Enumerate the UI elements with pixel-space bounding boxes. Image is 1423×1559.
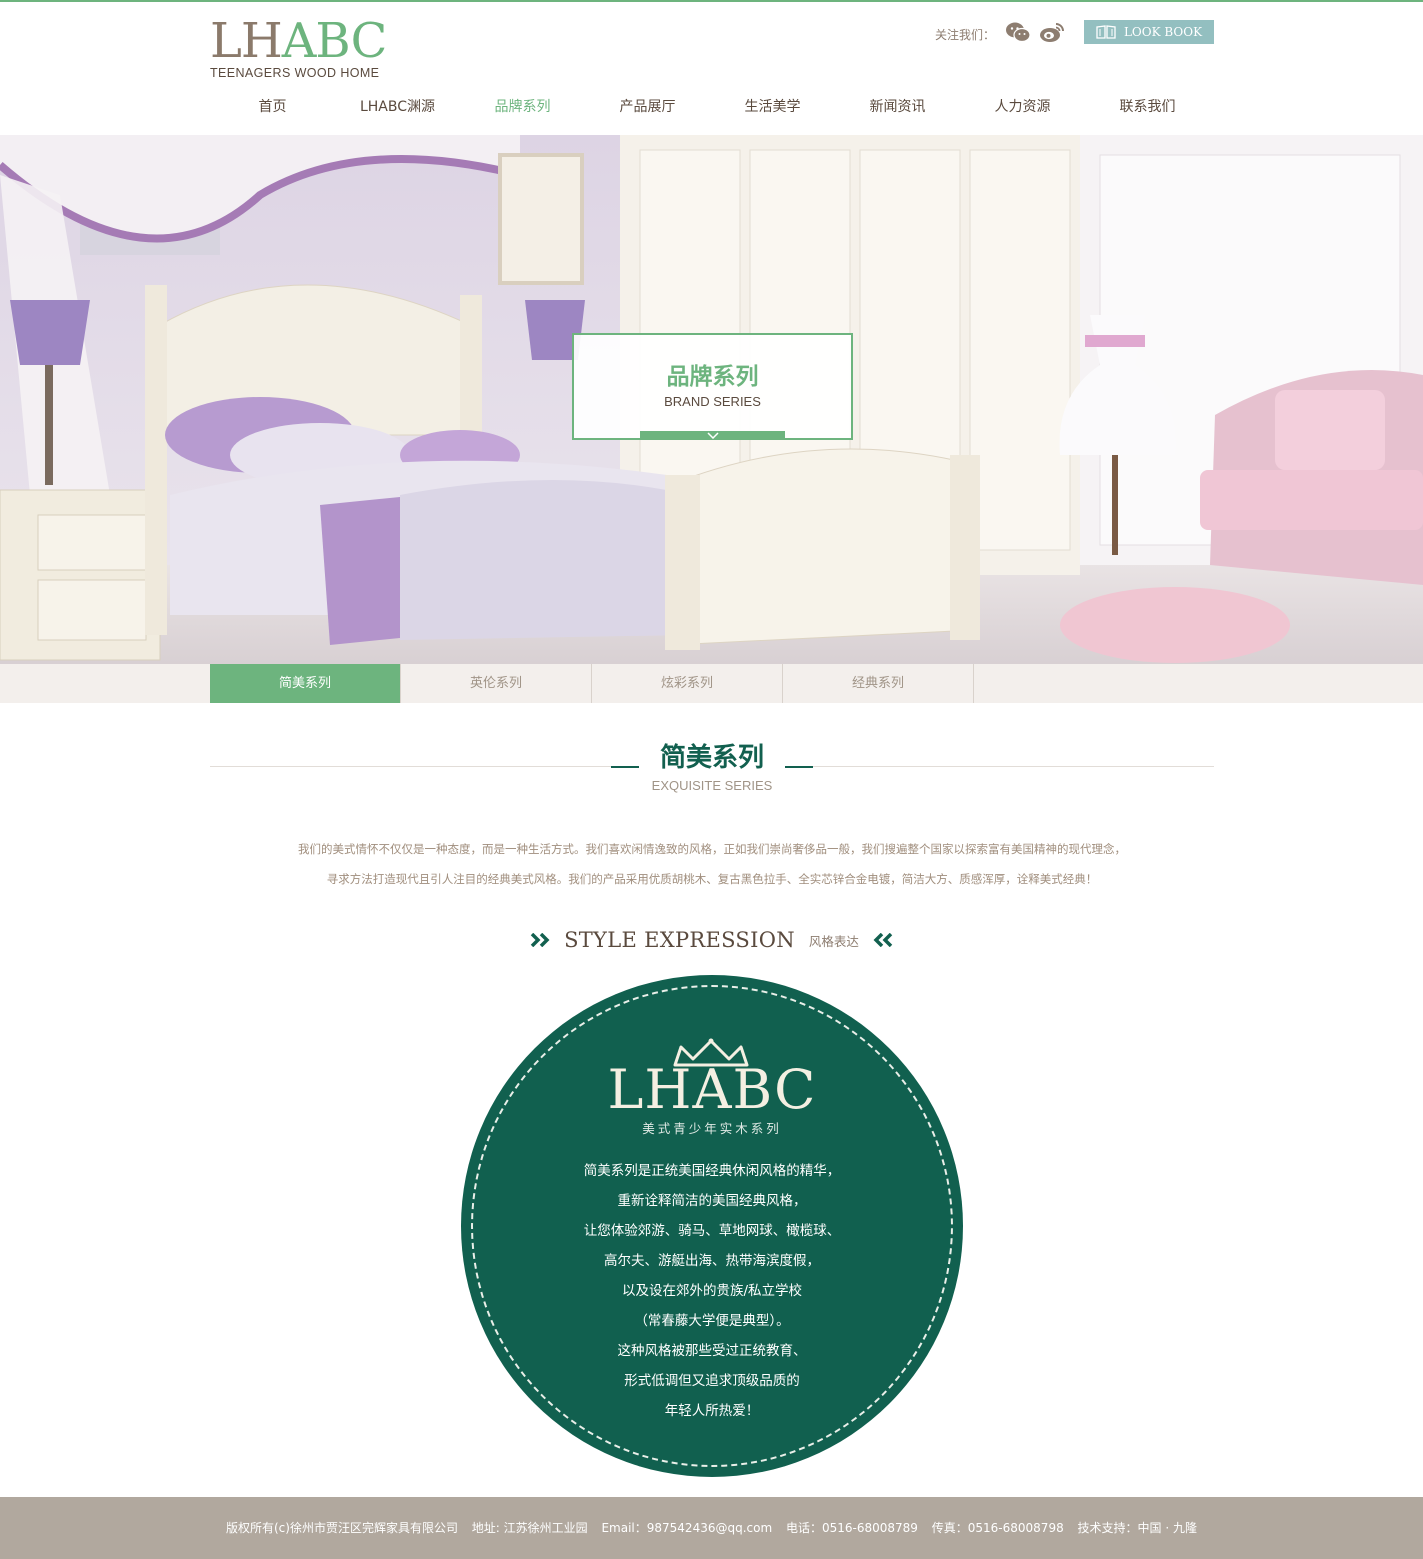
nav-item-lifestyle[interactable]: 生活美学 bbox=[710, 90, 835, 124]
badge-line: 以及设在郊外的贵族/私立学校 bbox=[621, 1283, 803, 1299]
lookbook-button[interactable]: LOOK BOOK bbox=[1084, 20, 1214, 44]
badge-line: 年轻人所热爱！ bbox=[664, 1403, 760, 1419]
brand-badge: LHABC 美式青少年实木系列 简美系列是正统美国经典休闲风格的精华， 重新诠释… bbox=[461, 975, 963, 1477]
nav-item-news[interactable]: 新闻资讯 bbox=[835, 90, 960, 124]
main-nav: 首页 LHABC渊源 品牌系列 产品展厅 生活美学 新闻资讯 人力资源 联系我们 bbox=[210, 90, 1210, 124]
footer-support[interactable]: 技术支持：中国 · 九隆 bbox=[1078, 1521, 1197, 1535]
heading-dash-right bbox=[785, 766, 813, 768]
style-expression-heading: STYLE EXPRESSION 风格表达 bbox=[0, 925, 1423, 955]
hero-banner: 品牌系列 BRAND SERIES bbox=[0, 135, 1423, 664]
tab-jianmei[interactable]: 简美系列 bbox=[210, 664, 401, 703]
intro-line: 我们的美式情怀不仅仅是一种态度，而是一种生活方式。我们喜欢闲情逸致的风格，正如我… bbox=[298, 842, 1126, 856]
badge-line: （常春藤大学便是典型）。 bbox=[634, 1313, 790, 1329]
hero-title-box: 品牌系列 BRAND SERIES bbox=[572, 333, 853, 440]
tab-xuancai[interactable]: 炫彩系列 bbox=[592, 664, 783, 703]
section-title: 简美系列 bbox=[659, 743, 764, 773]
site-logo[interactable]: LHABC TEENAGERS WOOD HOME bbox=[210, 17, 387, 80]
style-expression-cn: 风格表达 bbox=[808, 933, 859, 949]
weibo-icon[interactable] bbox=[1039, 21, 1065, 43]
badge-line: 高尔夫、游艇出海、热带海滨度假， bbox=[604, 1253, 820, 1269]
wechat-icon[interactable] bbox=[1005, 21, 1031, 43]
nav-item-showroom[interactable]: 产品展厅 bbox=[585, 90, 710, 124]
badge-line: 简美系列是正统美国经典休闲风格的精华， bbox=[583, 1163, 841, 1179]
nav-item-brand-series[interactable]: 品牌系列 bbox=[460, 90, 585, 124]
footer-copyright: 版权所有(c)徐州市贾汪区完辉家具有限公司 bbox=[225, 1521, 458, 1535]
intro-line: 寻求方法打造现代且引人注目的经典美式风格。我们的产品采用优质胡桃木、复古黑色拉手… bbox=[326, 872, 1098, 886]
style-expression-title: STYLE EXPRESSION bbox=[564, 928, 795, 952]
hero-subtitle: BRAND SERIES bbox=[664, 394, 761, 409]
series-tabs: 简美系列 英伦系列 炫彩系列 经典系列 bbox=[210, 664, 974, 703]
heading-dash-left bbox=[611, 766, 639, 768]
badge-line: 这种风格被那些受过正统教育、 bbox=[617, 1343, 807, 1359]
footer-fax: 传真：0516-68008798 bbox=[931, 1521, 1064, 1535]
section-heading: 简美系列 EXQUISITE SERIES bbox=[611, 740, 813, 794]
site-footer: 版权所有(c)徐州市贾汪区完辉家具有限公司 地址: 江苏徐州工业园 Email：… bbox=[0, 1497, 1423, 1559]
chevron-down-icon[interactable] bbox=[640, 431, 785, 440]
badge-line: 让您体验郊游、骑马、草地网球、橄榄球、 bbox=[583, 1223, 841, 1239]
logo-wordmark: LHABC bbox=[210, 17, 387, 65]
logo-lh: LH bbox=[210, 13, 283, 69]
section-intro: 我们的美式情怀不仅仅是一种态度，而是一种生活方式。我们喜欢闲情逸致的风格，正如我… bbox=[210, 834, 1214, 894]
nav-item-contact[interactable]: 联系我们 bbox=[1085, 90, 1210, 124]
logo-tagline: TEENAGERS WOOD HOME bbox=[210, 66, 380, 80]
footer-email[interactable]: Email：987542436@qq.com bbox=[601, 1521, 772, 1535]
nav-item-origin[interactable]: LHABC渊源 bbox=[335, 90, 460, 124]
top-accent-line bbox=[0, 0, 1423, 2]
logo-abc: ABC bbox=[281, 13, 388, 69]
double-chevron-right-icon bbox=[530, 933, 550, 947]
section-subtitle: EXQUISITE SERIES bbox=[651, 778, 773, 793]
badge-line: 重新诠释简洁的美国经典风格， bbox=[617, 1193, 807, 1209]
hero-title: 品牌系列 bbox=[666, 364, 759, 390]
badge-logo: LHABC bbox=[607, 1058, 817, 1121]
lookbook-label: LOOK BOOK bbox=[1123, 25, 1203, 39]
footer-phone: 电话：0516-68008789 bbox=[785, 1521, 918, 1535]
book-icon bbox=[1096, 25, 1116, 39]
nav-item-hr[interactable]: 人力资源 bbox=[960, 90, 1085, 124]
badge-description: 简美系列是正统美国经典休闲风格的精华， 重新诠释简洁的美国经典风格， 让您体验郊… bbox=[461, 1156, 963, 1426]
nav-item-home[interactable]: 首页 bbox=[210, 90, 335, 124]
badge-tagline: 美式青少年实木系列 bbox=[642, 1121, 782, 1136]
double-chevron-left-icon bbox=[873, 933, 893, 947]
footer-address: 地址: 江苏徐州工业园 bbox=[471, 1521, 588, 1535]
badge-line: 形式低调但又追求顶级品质的 bbox=[624, 1373, 800, 1389]
tab-jingdian[interactable]: 经典系列 bbox=[783, 664, 974, 703]
follow-us-label: 关注我们： bbox=[935, 28, 996, 42]
tab-yinglun[interactable]: 英伦系列 bbox=[401, 664, 592, 703]
